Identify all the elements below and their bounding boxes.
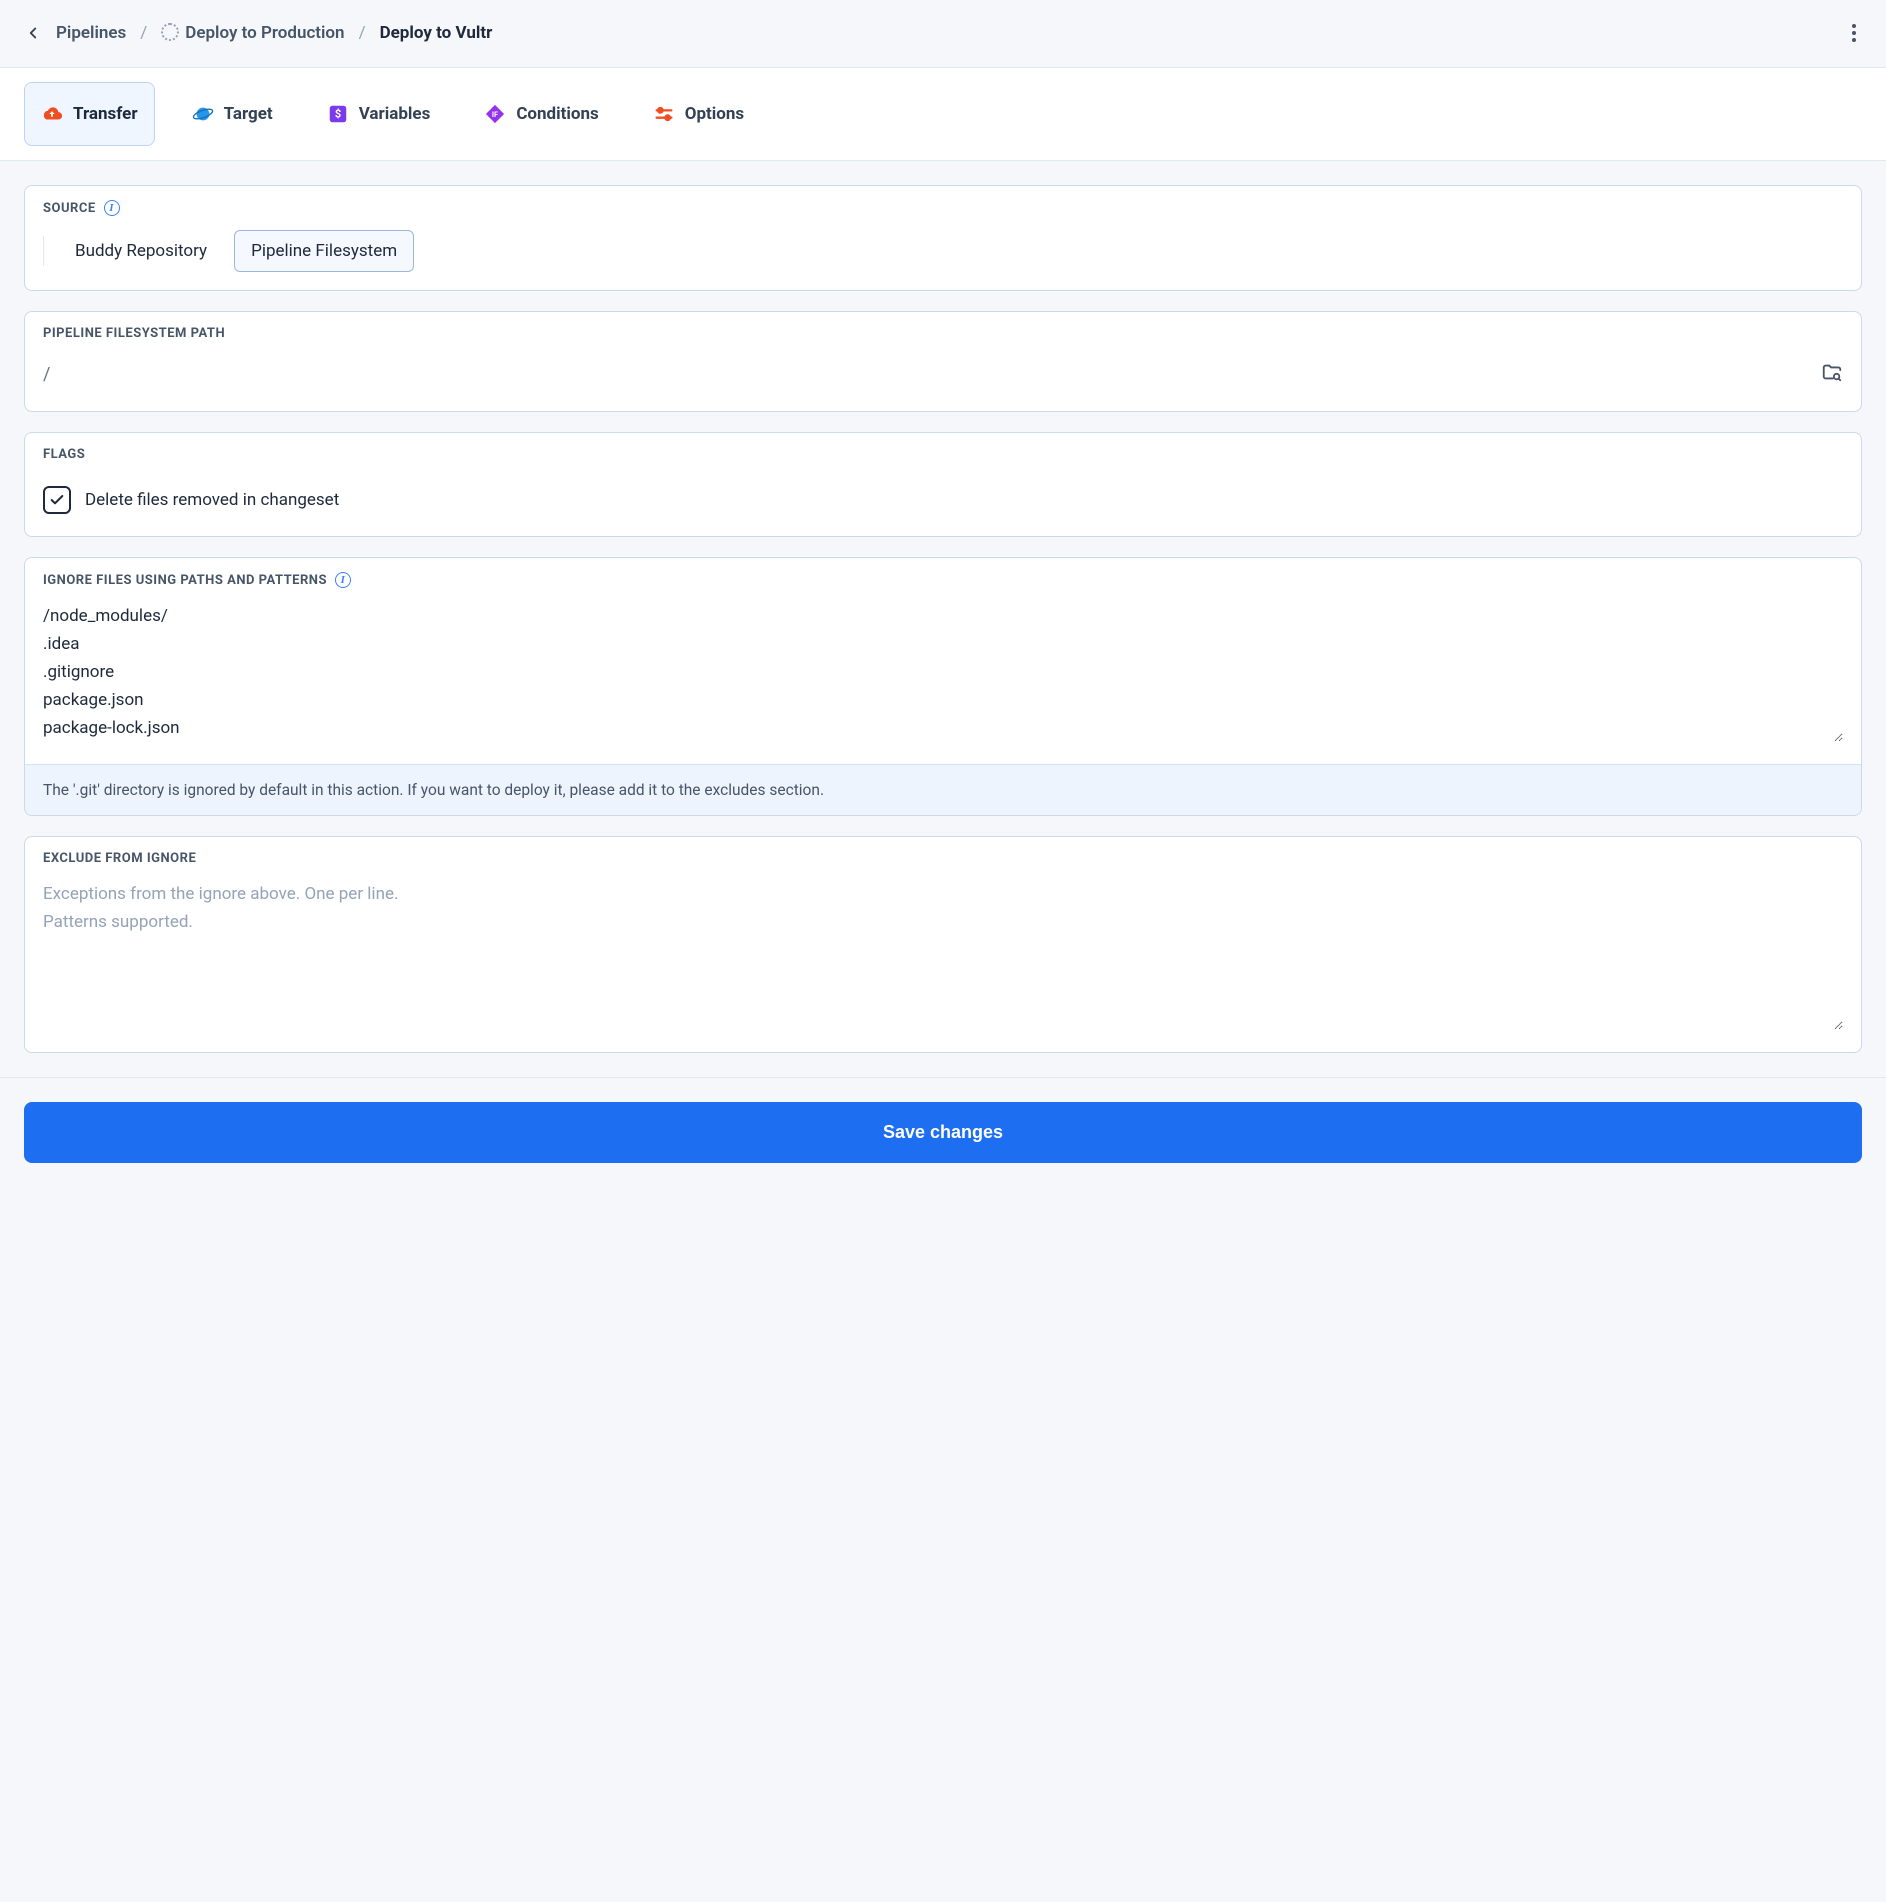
source-option-filesystem[interactable]: Pipeline Filesystem xyxy=(234,230,414,272)
tab-options-label: Options xyxy=(685,104,744,124)
crumb-pipelines[interactable]: Pipelines xyxy=(56,23,126,43)
crumb-parent[interactable]: Deploy to Production xyxy=(161,23,344,43)
more-menu-button[interactable] xyxy=(1846,18,1862,48)
content-area: Source i Buddy Repository Pipeline Files… xyxy=(0,161,1886,1077)
ignore-note: The '.git' directory is ignored by defau… xyxy=(25,764,1861,815)
planet-icon xyxy=(192,103,214,125)
ignore-textarea[interactable] xyxy=(43,602,1843,742)
source-title-text: Source xyxy=(43,201,96,216)
source-panel: Source i Buddy Repository Pipeline Files… xyxy=(24,185,1862,291)
flags-title: Flags xyxy=(25,433,1861,462)
sliders-icon xyxy=(653,103,675,125)
delete-files-checkbox[interactable] xyxy=(43,486,71,514)
path-panel: Pipeline Filesystem Path / xyxy=(24,311,1862,412)
back-button[interactable] xyxy=(24,24,42,42)
tab-conditions[interactable]: IF Conditions xyxy=(467,82,615,146)
header: Pipelines / Deploy to Production / Deplo… xyxy=(0,0,1886,67)
ignore-panel: Ignore files using paths and patterns i … xyxy=(24,557,1862,816)
ignore-title-text: Ignore files using paths and patterns xyxy=(43,573,327,588)
source-options: Buddy Repository Pipeline Filesystem xyxy=(43,230,1843,272)
tab-target[interactable]: Target xyxy=(175,82,290,146)
crumb-sep: / xyxy=(359,23,366,43)
footer: Save changes xyxy=(0,1077,1886,1187)
tab-target-label: Target xyxy=(224,104,273,124)
delete-files-label: Delete files removed in changeset xyxy=(85,490,339,510)
save-button[interactable]: Save changes xyxy=(24,1102,1862,1163)
cloud-upload-icon xyxy=(41,103,63,125)
exclude-title-text: Exclude from ignore xyxy=(43,851,196,866)
tab-variables[interactable]: $ Variables xyxy=(310,82,448,146)
divider xyxy=(43,236,44,266)
flags-panel: Flags Delete files removed in changeset xyxy=(24,432,1862,537)
tabs-bar: Transfer Target $ Variables IF Condition… xyxy=(0,67,1886,161)
tab-options[interactable]: Options xyxy=(636,82,761,146)
exclude-panel: Exclude from ignore xyxy=(24,836,1862,1053)
info-icon[interactable]: i xyxy=(104,200,120,216)
breadcrumb: Pipelines / Deploy to Production / Deplo… xyxy=(24,23,492,43)
source-option-repo[interactable]: Buddy Repository xyxy=(58,230,224,272)
pipeline-status-icon xyxy=(161,23,179,41)
info-icon[interactable]: i xyxy=(335,572,351,588)
path-title: Pipeline Filesystem Path xyxy=(25,312,1861,341)
ignore-title: Ignore files using paths and patterns i xyxy=(25,558,1861,588)
tab-variables-label: Variables xyxy=(359,104,431,124)
path-value[interactable]: / xyxy=(43,364,50,385)
dollar-box-icon: $ xyxy=(327,103,349,125)
path-title-text: Pipeline Filesystem Path xyxy=(43,326,225,341)
source-title: Source i xyxy=(25,186,1861,216)
browse-folder-icon[interactable] xyxy=(1821,361,1843,387)
crumb-current: Deploy to Vultr xyxy=(380,23,493,43)
flags-title-text: Flags xyxy=(43,447,85,462)
svg-text:IF: IF xyxy=(492,110,498,119)
crumb-sep: / xyxy=(140,23,147,43)
tab-transfer-label: Transfer xyxy=(73,104,138,124)
svg-text:$: $ xyxy=(335,108,341,121)
tab-conditions-label: Conditions xyxy=(516,104,598,124)
exclude-title: Exclude from ignore xyxy=(25,837,1861,866)
crumb-parent-label: Deploy to Production xyxy=(185,23,344,43)
diamond-if-icon: IF xyxy=(484,103,506,125)
exclude-textarea[interactable] xyxy=(43,880,1843,1030)
tab-transfer[interactable]: Transfer xyxy=(24,82,155,146)
